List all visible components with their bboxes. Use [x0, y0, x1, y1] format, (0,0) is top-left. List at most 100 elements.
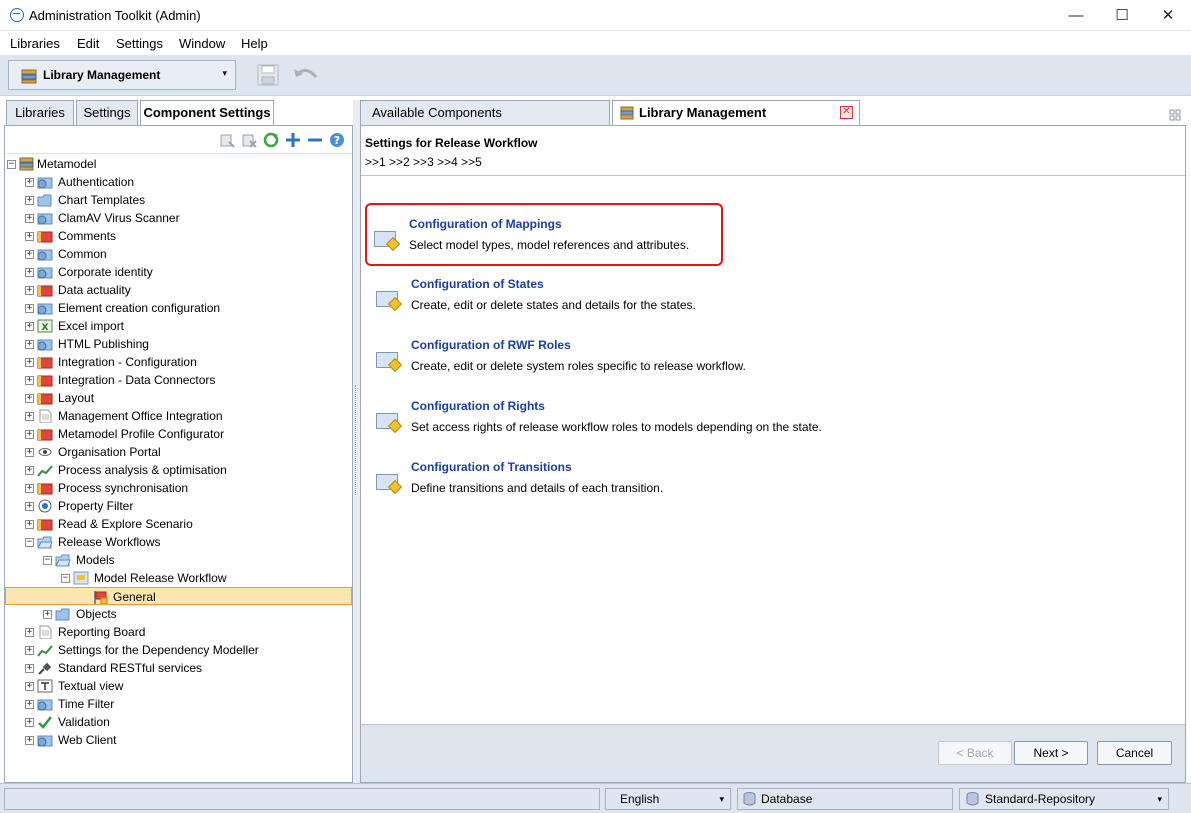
tree-node-property-filter[interactable]: + Property Filter	[5, 497, 352, 515]
tree-node-chart-templates[interactable]: + Chart Templates	[5, 191, 352, 209]
expand-all-icon[interactable]	[285, 132, 301, 148]
menu-help[interactable]: Help	[241, 36, 268, 51]
config-states-link[interactable]: Configuration of States	[411, 277, 544, 291]
tree-node-reporting-board[interactable]: + Reporting Board	[5, 623, 352, 641]
config-rights-item[interactable]: Configuration of Rights Set access right…	[371, 399, 871, 443]
tree-node-models[interactable]: − Models	[5, 551, 352, 569]
expand-icon[interactable]: +	[25, 232, 34, 241]
expand-icon[interactable]: +	[25, 502, 34, 511]
tree-node-excel-import[interactable]: + X Excel import	[5, 317, 352, 335]
tree-node-layout[interactable]: + Layout	[5, 389, 352, 407]
tree-node-model-release-workflow[interactable]: − Model Release Workflow	[5, 569, 352, 587]
new-component-icon[interactable]	[219, 132, 235, 148]
tree-node-integration-configuration[interactable]: + Integration - Configuration	[5, 353, 352, 371]
collapse-icon[interactable]: −	[7, 160, 16, 169]
close-button[interactable]: ✕	[1145, 0, 1191, 31]
maximize-view-icon[interactable]	[1169, 109, 1181, 121]
language-select[interactable]: English ▾	[605, 788, 731, 810]
save-icon[interactable]	[256, 63, 280, 87]
config-rwf-roles-item[interactable]: Configuration of RWF Roles Create, edit …	[371, 338, 871, 382]
expand-icon[interactable]: +	[25, 304, 34, 313]
tree-node-corporate-identity[interactable]: + Corporate identity	[5, 263, 352, 281]
expand-icon[interactable]: +	[25, 718, 34, 727]
expand-icon[interactable]: +	[25, 376, 34, 385]
tree-node-element-creation-configuration[interactable]: + Element creation configuration	[5, 299, 352, 317]
config-transitions-item[interactable]: Configuration of Transitions Define tran…	[371, 460, 871, 504]
expand-icon[interactable]: +	[25, 736, 34, 745]
tree-node-validation[interactable]: + Validation	[5, 713, 352, 731]
expand-icon[interactable]: +	[25, 196, 34, 205]
expand-icon[interactable]: +	[25, 646, 34, 655]
cancel-button[interactable]: Cancel	[1097, 741, 1172, 765]
expand-icon[interactable]: +	[25, 412, 34, 421]
tree-node-textual-view[interactable]: + Textual view	[5, 677, 352, 695]
tab-libraries[interactable]: Libraries	[6, 100, 74, 125]
expand-icon[interactable]: +	[25, 178, 34, 187]
tree-node-read-explore-scenario[interactable]: + Read & Explore Scenario	[5, 515, 352, 533]
menu-settings[interactable]: Settings	[116, 36, 163, 51]
menu-window[interactable]: Window	[179, 36, 225, 51]
minimize-button[interactable]: —	[1053, 0, 1099, 31]
collapse-icon[interactable]: −	[61, 574, 70, 583]
tree-node-process-analysis-optimisation[interactable]: + Process analysis & optimisation	[5, 461, 352, 479]
expand-icon[interactable]: +	[25, 358, 34, 367]
panel-splitter[interactable]	[353, 100, 360, 783]
expand-icon[interactable]: +	[25, 340, 34, 349]
expand-icon[interactable]: +	[25, 520, 34, 529]
tree-node-clamav-virus-scanner[interactable]: + ClamAV Virus Scanner	[5, 209, 352, 227]
expand-icon[interactable]: +	[25, 628, 34, 637]
wizard-steps[interactable]: >>1 >>2 >>3 >>4 >>5	[365, 155, 482, 169]
expand-icon[interactable]: +	[25, 322, 34, 331]
tree-node-standard-restful-services[interactable]: + Standard RESTful services	[5, 659, 352, 677]
tab-settings[interactable]: Settings	[76, 100, 138, 125]
tree-node-comments[interactable]: + Comments	[5, 227, 352, 245]
tree-node-settings-for-the-dependency-modeller[interactable]: + Settings for the Dependency Modeller	[5, 641, 352, 659]
help-icon[interactable]: ?	[329, 132, 345, 148]
menu-libraries[interactable]: Libraries	[10, 36, 60, 51]
tree-node-general[interactable]: General	[5, 587, 352, 605]
config-rwf-roles-link[interactable]: Configuration of RWF Roles	[411, 338, 571, 352]
library-combo[interactable]: Library Management ▾	[8, 60, 236, 90]
expand-icon[interactable]: +	[25, 700, 34, 709]
tree-node-web-client[interactable]: + Web Client	[5, 731, 352, 749]
tree-node-metamodel-profile-configurator[interactable]: + Metamodel Profile Configurator	[5, 425, 352, 443]
splitter-grip[interactable]	[355, 385, 358, 495]
next-button[interactable]: Next >	[1014, 741, 1088, 765]
expand-icon[interactable]: +	[25, 286, 34, 295]
expand-icon[interactable]: +	[25, 448, 34, 457]
tree-node-time-filter[interactable]: + Time Filter	[5, 695, 352, 713]
expand-icon[interactable]: +	[25, 430, 34, 439]
tree-node-process-synchronisation[interactable]: + Process synchronisation	[5, 479, 352, 497]
maximize-button[interactable]: ☐	[1099, 0, 1145, 31]
tree-node-management-office-integration[interactable]: + Management Office Integration	[5, 407, 352, 425]
tree-node-metamodel[interactable]: − Metamodel	[5, 155, 352, 173]
tab-library-management[interactable]: Library Management ✕	[612, 100, 860, 126]
back-button[interactable]: < Back	[938, 741, 1012, 765]
close-tab-icon[interactable]: ✕	[840, 106, 853, 119]
config-transitions-link[interactable]: Configuration of Transitions	[411, 460, 572, 474]
config-rights-link[interactable]: Configuration of Rights	[411, 399, 545, 413]
expand-icon[interactable]: +	[25, 214, 34, 223]
refresh-icon[interactable]	[263, 132, 279, 148]
expand-icon[interactable]: +	[25, 394, 34, 403]
menu-edit[interactable]: Edit	[77, 36, 99, 51]
tree-node-html-publishing[interactable]: + HTML Publishing	[5, 335, 352, 353]
expand-icon[interactable]: +	[25, 484, 34, 493]
expand-icon[interactable]: +	[25, 268, 34, 277]
collapse-all-icon[interactable]	[307, 132, 323, 148]
tree-node-integration-data-connectors[interactable]: + Integration - Data Connectors	[5, 371, 352, 389]
tree-node-objects[interactable]: + Objects	[5, 605, 352, 623]
config-states-item[interactable]: Configuration of States Create, edit or …	[371, 277, 871, 321]
expand-icon[interactable]: +	[25, 250, 34, 259]
tree-node-release-workflows[interactable]: − Release Workflows	[5, 533, 352, 551]
tree-node-data-actuality[interactable]: + Data actuality	[5, 281, 352, 299]
tab-available-components[interactable]: Available Components	[360, 100, 610, 125]
repository-select[interactable]: Standard-Repository ▾	[959, 788, 1169, 810]
collapse-icon[interactable]: −	[25, 538, 34, 547]
expand-icon[interactable]: +	[25, 664, 34, 673]
remove-component-icon[interactable]	[241, 132, 257, 148]
undo-icon[interactable]	[292, 65, 320, 85]
tree-node-organisation-portal[interactable]: + Organisation Portal	[5, 443, 352, 461]
expand-icon[interactable]: +	[25, 466, 34, 475]
collapse-icon[interactable]: −	[43, 556, 52, 565]
